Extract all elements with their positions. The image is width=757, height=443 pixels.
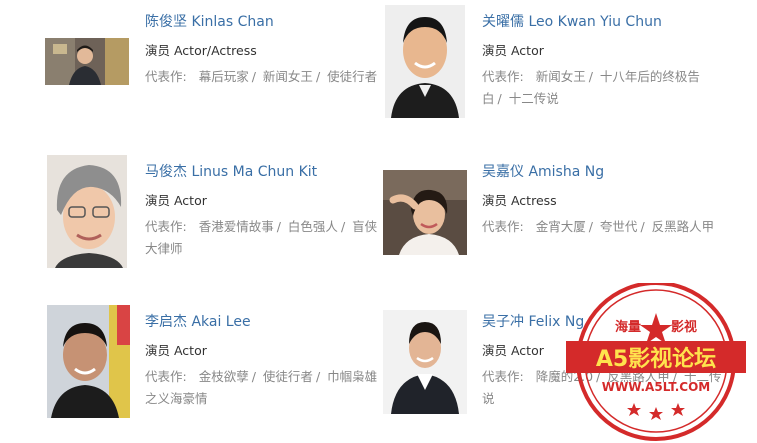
actor-works-leo: 代表作: 新闻女王 / 十八年后的终极告白 / 十二传说 [482, 69, 700, 106]
actor-works-linus: 代表作: 香港爱情故事 / 白色强人 / 盲侠大律师 [145, 219, 378, 256]
actor-works-felix: 代表作: 降魔的2.0/ 反黑路人甲 / 十二传说 [482, 369, 722, 406]
actor-photo-kinlas[interactable] [45, 38, 129, 85]
actor-role-felix: 演员 Actor [482, 343, 544, 358]
actor-name-leo[interactable]: 关曜儒 Leo Kwan Yiu Chun [482, 13, 662, 31]
person-photo-icon [383, 310, 467, 414]
works-label: 代表作: [482, 219, 524, 234]
watermark-stamp: 海量 影视 A5影视论坛 WWW.A5LT.COM [556, 283, 756, 443]
works-label: 代表作: [482, 369, 524, 384]
work-link[interactable]: 金宵大厦 [536, 219, 586, 234]
actor-role-linus: 演员 Actor [145, 193, 207, 208]
work-link[interactable]: 白色强人 [288, 219, 338, 234]
works-label: 代表作: [145, 219, 187, 234]
actor-name-kinlas[interactable]: 陈俊坚 Kinlas Chan [145, 13, 274, 31]
watermark-top-right: 影视 [671, 319, 697, 335]
work-link[interactable]: 金枝欲孽 [199, 369, 249, 384]
watermark-top-left: 海量 [615, 319, 641, 335]
actor-photo-akai[interactable] [47, 305, 130, 418]
actor-role-leo: 演员 Actor [482, 43, 544, 58]
works-label: 代表作: [145, 69, 187, 84]
work-link[interactable]: 使徒行者 [327, 69, 377, 84]
person-photo-icon [45, 38, 129, 85]
works-label: 代表作: [145, 369, 187, 384]
actor-name-linus[interactable]: 马俊杰 Linus Ma Chun Kit [145, 163, 317, 181]
actor-name-akai[interactable]: 李启杰 Akai Lee [145, 313, 251, 331]
works-label: 代表作: [482, 69, 524, 84]
actor-photo-amisha[interactable] [383, 170, 467, 255]
work-link[interactable]: 反黑路人甲 [652, 219, 715, 234]
person-photo-icon [47, 305, 130, 418]
person-photo-icon [383, 170, 467, 255]
person-photo-icon [47, 155, 127, 268]
work-link[interactable]: 幕后玩家 [199, 69, 249, 84]
actor-photo-felix[interactable] [383, 310, 467, 414]
work-link[interactable]: 使徒行者 [263, 369, 313, 384]
work-link[interactable]: 十二传说 [509, 91, 559, 106]
watermark-logo-icon: 海量 影视 A5影视论坛 WWW.A5LT.COM [566, 283, 746, 441]
work-link[interactable]: 夸世代 [600, 219, 638, 234]
actor-photo-leo[interactable] [385, 5, 465, 118]
actor-works-kinlas: 代表作: 幕后玩家 / 新闻女王 / 使徒行者 [145, 69, 378, 84]
actor-role-kinlas: 演员 Actor/Actress [145, 43, 257, 58]
actor-name-felix[interactable]: 吴子冲 Felix Ng [482, 313, 584, 331]
star-icon [640, 313, 672, 344]
work-link[interactable]: 新闻女王 [263, 69, 313, 84]
actor-works-akai: 代表作: 金枝欲孽 / 使徒行者 / 巾帼枭雄之义海豪情 [145, 369, 378, 406]
actor-works-amisha: 代表作: 金宵大厦 / 夸世代 / 反黑路人甲 [482, 219, 715, 234]
actor-photo-linus[interactable] [47, 155, 127, 268]
work-link[interactable]: 降魔的2.0 [536, 369, 593, 384]
actor-role-akai: 演员 Actor [145, 343, 207, 358]
work-link[interactable]: 新闻女王 [536, 69, 586, 84]
work-link[interactable]: 香港爱情故事 [199, 219, 274, 234]
actor-name-amisha[interactable]: 吴嘉仪 Amisha Ng [482, 163, 604, 181]
actor-role-amisha: 演员 Actress [482, 193, 557, 208]
person-photo-icon [385, 5, 465, 118]
work-link[interactable]: 反黑路人甲 [607, 369, 670, 384]
